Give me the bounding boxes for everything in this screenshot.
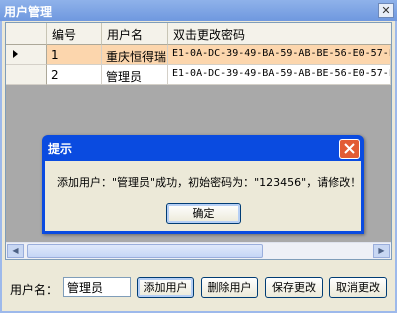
ok-button[interactable]: 确定 xyxy=(166,203,241,224)
grid-corner-header xyxy=(6,23,47,45)
scrollbar-thumb[interactable] xyxy=(27,244,263,258)
window-close-icon[interactable]: ✕ xyxy=(378,3,394,18)
username-label: 用户名： xyxy=(10,283,59,297)
cell-username[interactable]: 重庆恒得瑞 xyxy=(102,45,168,65)
scroll-left-icon[interactable]: ◀ xyxy=(7,244,24,258)
current-row-arrow-icon xyxy=(13,50,18,58)
window-title: 用户管理 xyxy=(4,5,53,19)
column-header-username[interactable]: 用户名 xyxy=(102,23,168,45)
save-changes-button[interactable]: 保存更改 xyxy=(265,277,323,298)
horizontal-scrollbar[interactable]: ◀ ▶ xyxy=(6,242,391,259)
user-management-window: 用户管理 ✕ 编号 用户名 双击更改密码 1 重庆恒得瑞 E1-0A-DC-39… xyxy=(0,0,397,313)
cell-username[interactable]: 管理员 xyxy=(102,65,168,85)
scroll-right-icon[interactable]: ▶ xyxy=(373,244,390,258)
close-x-icon xyxy=(344,143,355,154)
cell-id[interactable]: 1 xyxy=(47,45,102,65)
message-dialog: 提示 添加用户："管理员"成功，初始密码为："123456"，请修改！ 确定 xyxy=(42,135,364,234)
delete-user-button[interactable]: 删除用户 xyxy=(201,277,258,298)
column-header-password[interactable]: 双击更改密码 xyxy=(168,23,391,45)
table-row[interactable]: 2 管理员 E1-0A-DC-39-49-BA-59-AB-BE-56-E0-5… xyxy=(6,65,391,85)
add-user-button[interactable]: 添加用户 xyxy=(137,277,194,298)
row-header[interactable] xyxy=(6,45,47,65)
dialog-body: 添加用户："管理员"成功，初始密码为："123456"，请修改！ 确定 xyxy=(45,161,361,231)
column-header-id[interactable]: 编号 xyxy=(47,23,102,45)
cell-password[interactable]: E1-0A-DC-39-49-BA-59-AB-BE-56-E0-57-F2 xyxy=(168,45,391,65)
dialog-message: 添加用户："管理员"成功，初始密码为："123456"，请修改！ xyxy=(57,176,362,189)
cell-password[interactable]: E1-0A-DC-39-49-BA-59-AB-BE-56-E0-57-F2 xyxy=(168,65,391,85)
cell-id[interactable]: 2 xyxy=(47,65,102,85)
username-input[interactable] xyxy=(63,277,131,297)
dialog-title: 提示 xyxy=(48,142,73,156)
row-header[interactable] xyxy=(6,65,47,85)
cancel-changes-button[interactable]: 取消更改 xyxy=(329,277,387,298)
table-row[interactable]: 1 重庆恒得瑞 E1-0A-DC-39-49-BA-59-AB-BE-56-E0… xyxy=(6,45,391,65)
dialog-close-icon[interactable] xyxy=(339,139,360,159)
title-bar[interactable]: 用户管理 ✕ xyxy=(0,0,397,21)
